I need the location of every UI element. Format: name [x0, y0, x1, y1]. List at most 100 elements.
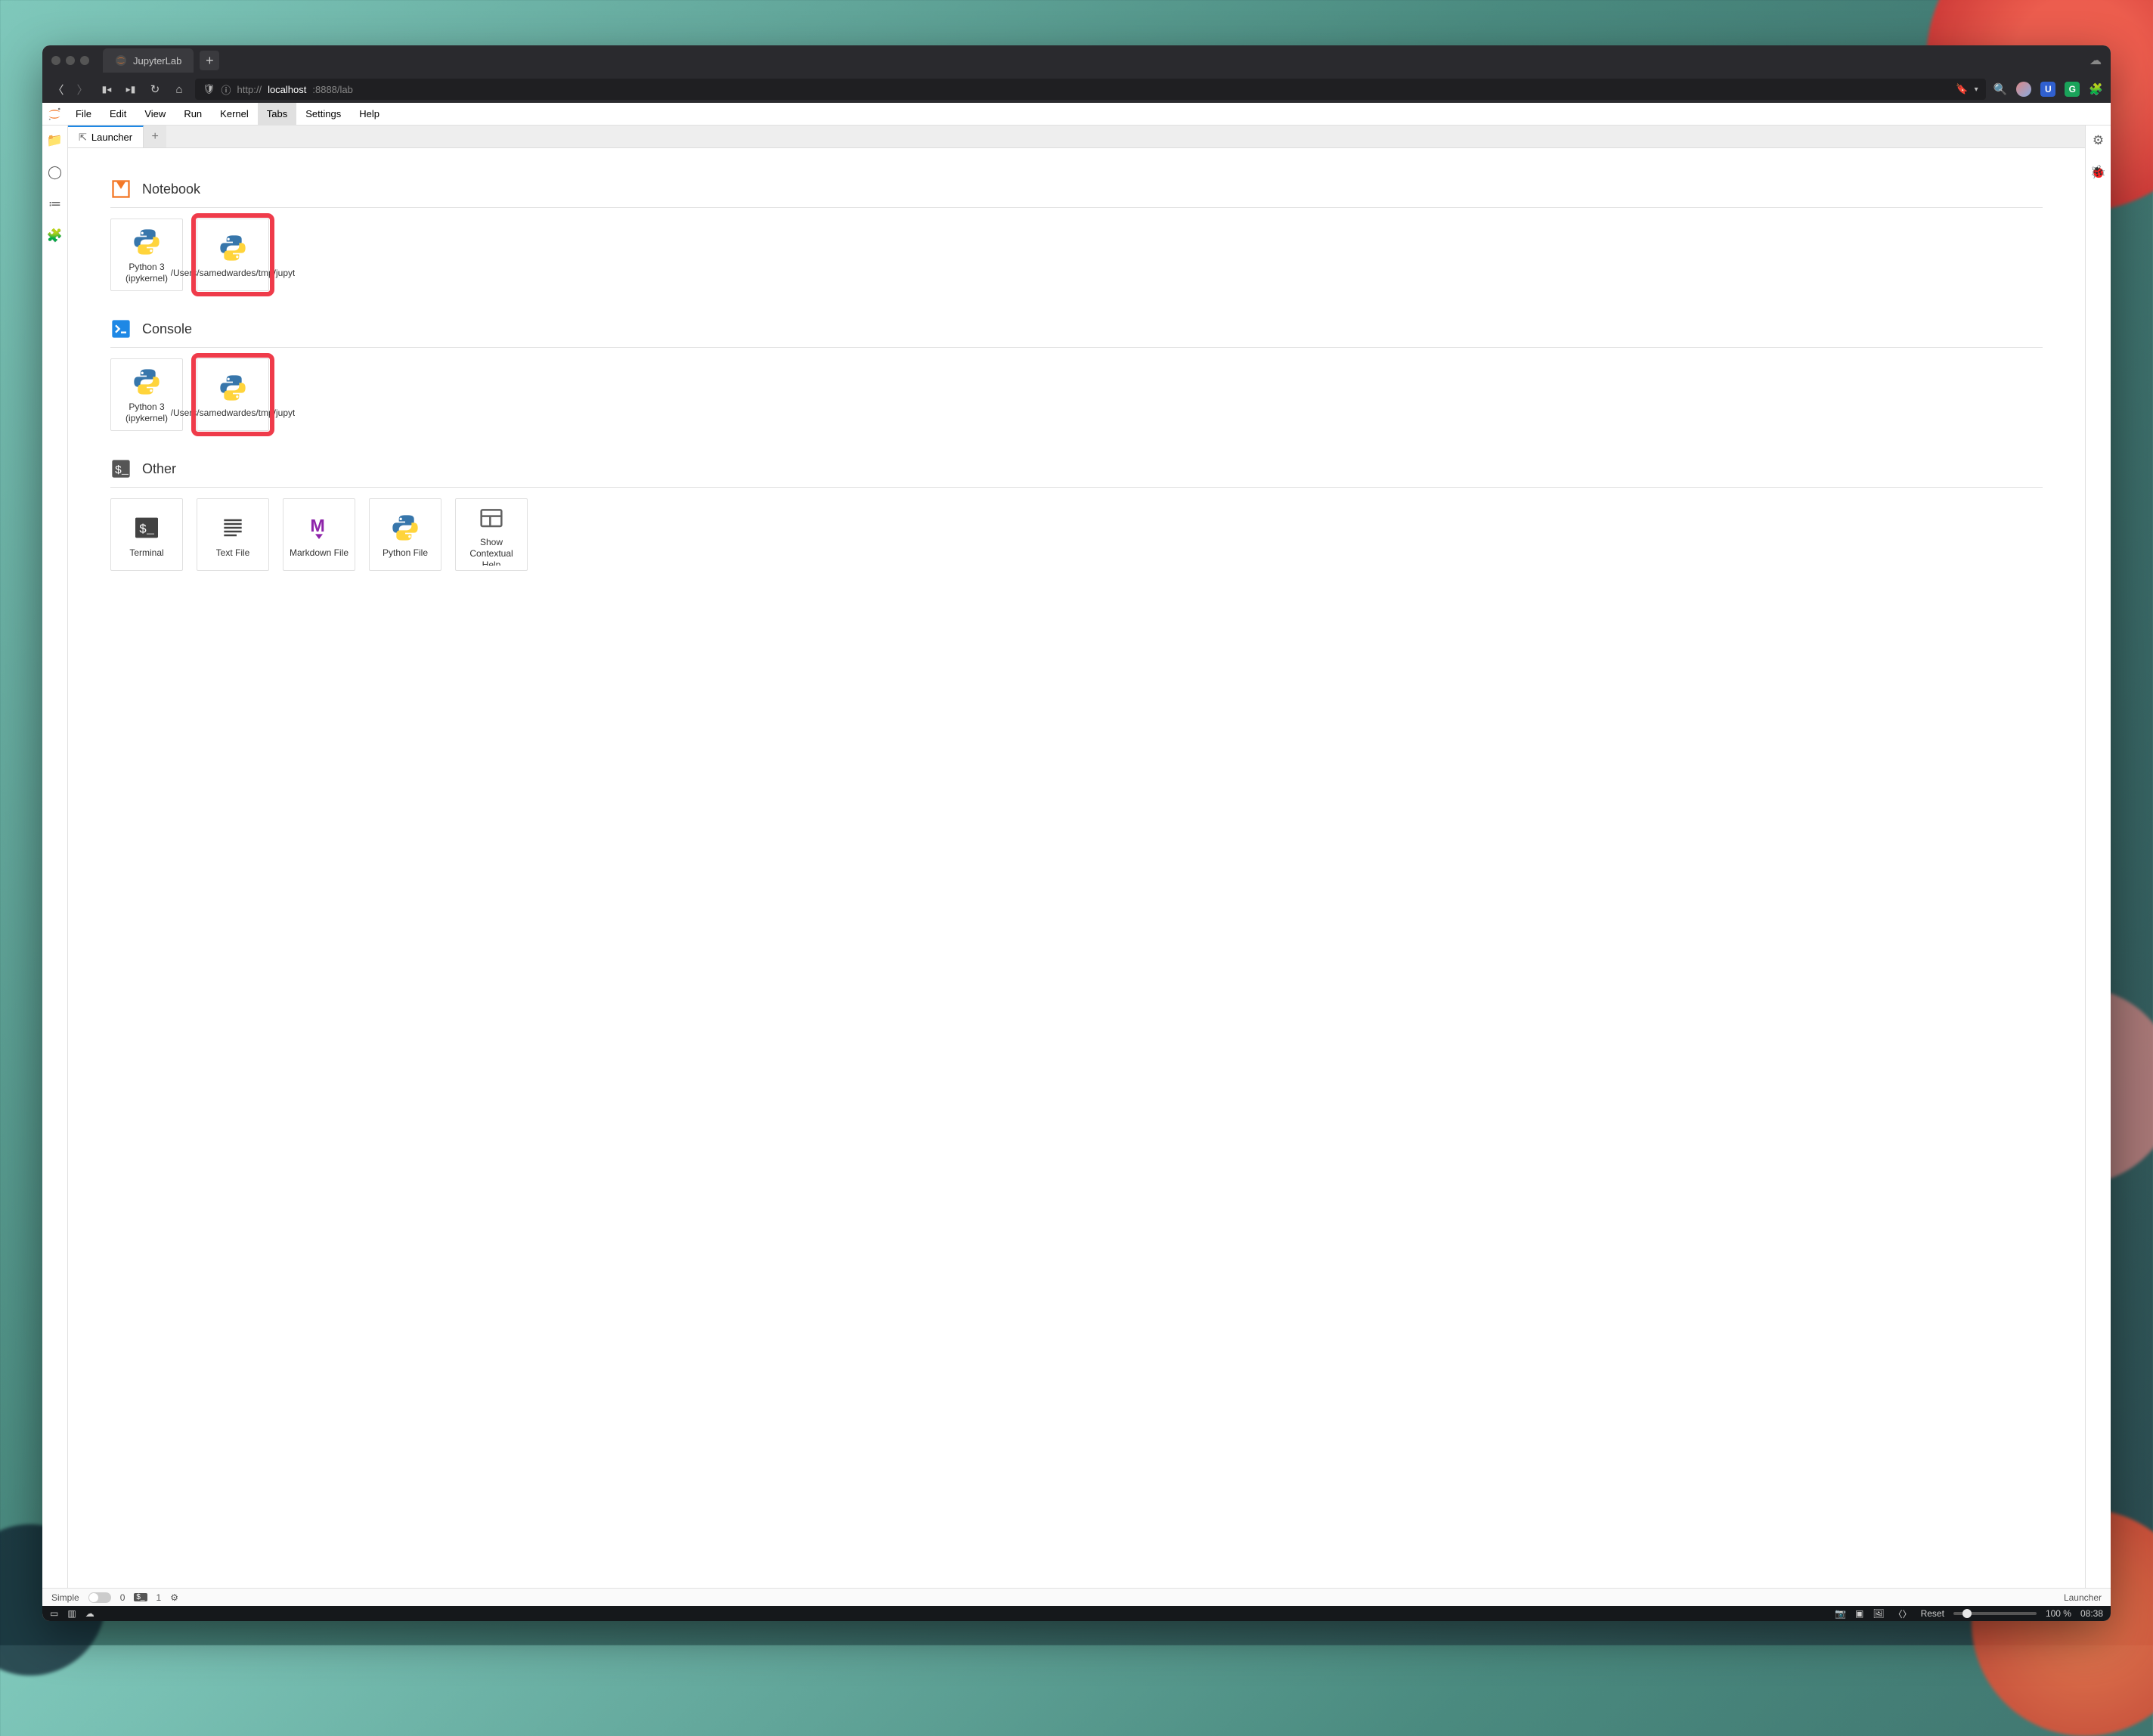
extension-manager-icon[interactable]: 🧩 [47, 228, 63, 243]
zoom-slider[interactable] [1953, 1612, 2037, 1615]
kernel-count[interactable]: 0 [120, 1592, 125, 1603]
notebook-card-label: Python 3 (ipykernel) [116, 262, 178, 284]
menu-run[interactable]: Run [175, 103, 211, 125]
terminal-status-icon[interactable]: $_ [134, 1593, 147, 1601]
maximize-window-icon[interactable] [80, 56, 89, 65]
other-section-icon: $_ [110, 458, 132, 479]
url-host: localhost [268, 84, 306, 95]
menu-file[interactable]: File [67, 103, 101, 125]
bookmark-icon[interactable]: 🔖 [1956, 83, 1968, 95]
menu-edit[interactable]: Edit [101, 103, 135, 125]
info-icon[interactable]: ⓘ [221, 82, 231, 97]
window-controls[interactable] [51, 56, 89, 65]
os-bottom-bar: ▭ ▥ ☁ 📷 ▣ 🖼 〈〉 Reset 100 % 08:38 [42, 1606, 2111, 1621]
extension-bitwarden-icon[interactable]: U [2040, 82, 2055, 97]
terminal-count[interactable]: 1 [156, 1592, 162, 1603]
console-card-label: Python 3 (ipykernel) [116, 401, 178, 424]
text-icon [216, 511, 249, 544]
os-panels-icon[interactable]: ▥ [67, 1608, 76, 1619]
other-card-label: Show Contextual Help [460, 537, 522, 566]
other-section-title: Other [142, 461, 176, 477]
launcher-tab-label: Launcher [91, 132, 132, 143]
back-button[interactable]: 〈 [50, 82, 67, 98]
menu-kernel[interactable]: Kernel [211, 103, 258, 125]
settings-status-icon[interactable]: ⚙ [170, 1592, 178, 1603]
notebook-section-icon [110, 178, 132, 200]
profile-avatar[interactable] [2016, 82, 2031, 97]
menu-view[interactable]: View [135, 103, 175, 125]
section-console: Console Python 3 (ipykernel) /Users/same… [110, 318, 2043, 431]
running-sessions-icon[interactable]: ◯ [48, 165, 62, 180]
last-page-button[interactable]: ▸▮ [122, 84, 139, 95]
menu-help[interactable]: Help [350, 103, 389, 125]
simple-mode-toggle[interactable] [88, 1592, 111, 1603]
browser-window: JupyterLab + ☁ 〈 〉 ▮◂ ▸▮ ↻ ⌂ 🛡 ⓘ http://… [42, 45, 2111, 1621]
svg-text:$_: $_ [139, 522, 155, 537]
notebook-card-0[interactable]: Python 3 (ipykernel) [110, 219, 183, 291]
other-card-terminal[interactable]: $_ Terminal [110, 498, 183, 571]
section-notebook: Notebook Python 3 (ipykernel) /Users/sam… [110, 178, 2043, 291]
new-tab-button[interactable]: + [200, 51, 219, 70]
minimize-window-icon[interactable] [66, 56, 75, 65]
terminal-icon: $_ [130, 511, 163, 544]
menu-settings[interactable]: Settings [296, 103, 350, 125]
new-launcher-button[interactable]: + [144, 126, 166, 147]
os-image-icon[interactable]: 🖼 [1873, 1608, 1884, 1619]
launcher-panel: Notebook Python 3 (ipykernel) /Users/sam… [68, 148, 2085, 1588]
jupyterlab-app: FileEditViewRunKernelTabsSettingsHelp 📁 … [42, 103, 2111, 1606]
jlab-right-sidebar: ⚙ 🐞 [2085, 126, 2111, 1588]
help-icon [475, 504, 508, 534]
os-cloud-icon[interactable]: ☁ [85, 1608, 94, 1619]
url-proto: http:// [237, 84, 262, 95]
search-icon[interactable]: 🔍 [1993, 82, 2008, 96]
clock-label: 08:38 [2080, 1608, 2103, 1619]
debugger-icon[interactable]: 🐞 [2090, 165, 2106, 180]
console-card-label: /Users/samedwardes/tmp/jupyt [171, 408, 296, 419]
browser-tab[interactable]: JupyterLab [103, 48, 194, 73]
os-camera-icon[interactable]: 📷 [1835, 1608, 1846, 1619]
console-card-1[interactable]: /Users/samedwardes/tmp/jupyt [197, 358, 269, 431]
close-window-icon[interactable] [51, 56, 60, 65]
first-page-button[interactable]: ▮◂ [98, 84, 115, 95]
jlab-menubar: FileEditViewRunKernelTabsSettingsHelp [42, 103, 2111, 126]
extensions-menu-icon[interactable]: 🧩 [2089, 82, 2103, 96]
forward-button: 〉 [74, 82, 91, 98]
zoom-percent-label: 100 % [2046, 1608, 2071, 1619]
os-window-icon[interactable]: ▭ [50, 1608, 58, 1619]
browser-tab-title: JupyterLab [133, 55, 181, 67]
jupyter-logo-icon[interactable] [42, 103, 67, 125]
other-card-label: Markdown File [290, 547, 349, 559]
reload-button[interactable]: ↻ [147, 82, 163, 96]
other-card-help[interactable]: Show Contextual Help [455, 498, 528, 571]
statusbar-mode-label: Launcher [2064, 1592, 2102, 1603]
os-embed-icon[interactable]: 〈〉 [1894, 1607, 1912, 1620]
notebook-section-title: Notebook [142, 181, 200, 197]
file-browser-icon[interactable]: 📁 [47, 133, 63, 148]
home-button[interactable]: ⌂ [171, 83, 187, 96]
toc-icon[interactable]: ≔ [48, 197, 61, 212]
browser-address-bar: 〈 〉 ▮◂ ▸▮ ↻ ⌂ 🛡 ⓘ http://localhost:8888/… [42, 76, 2111, 103]
shield-icon[interactable]: 🛡 [203, 83, 215, 95]
url-input[interactable]: 🛡 ⓘ http://localhost:8888/lab 🔖 ▾ [195, 79, 1986, 100]
notebook-card-label: /Users/samedwardes/tmp/jupyt [171, 268, 296, 279]
browser-tabstrip: JupyterLab + ☁ [42, 45, 2111, 76]
other-card-label: Terminal [129, 547, 163, 559]
other-card-label: Python File [383, 547, 428, 559]
extension-grammarly-icon[interactable]: G [2065, 82, 2080, 97]
launcher-tab-icon: ⇱ [79, 132, 87, 144]
console-card-0[interactable]: Python 3 (ipykernel) [110, 358, 183, 431]
python-icon [216, 231, 249, 265]
svg-text:$_: $_ [115, 463, 129, 477]
menu-tabs[interactable]: Tabs [258, 103, 296, 125]
url-dropdown-icon[interactable]: ▾ [1975, 85, 1978, 94]
launcher-tab[interactable]: ⇱ Launcher [68, 126, 144, 147]
notebook-card-1[interactable]: /Users/samedwardes/tmp/jupyt [197, 219, 269, 291]
other-card-markdown[interactable]: M Markdown File [283, 498, 355, 571]
os-crop-icon[interactable]: ▣ [1855, 1608, 1863, 1619]
property-inspector-icon[interactable]: ⚙ [2093, 133, 2104, 148]
zoom-reset-button[interactable]: Reset [1921, 1608, 1944, 1619]
console-section-icon [110, 318, 132, 339]
other-card-python[interactable]: Python File [369, 498, 441, 571]
sync-cloud-icon[interactable]: ☁ [2089, 53, 2102, 68]
other-card-text[interactable]: Text File [197, 498, 269, 571]
